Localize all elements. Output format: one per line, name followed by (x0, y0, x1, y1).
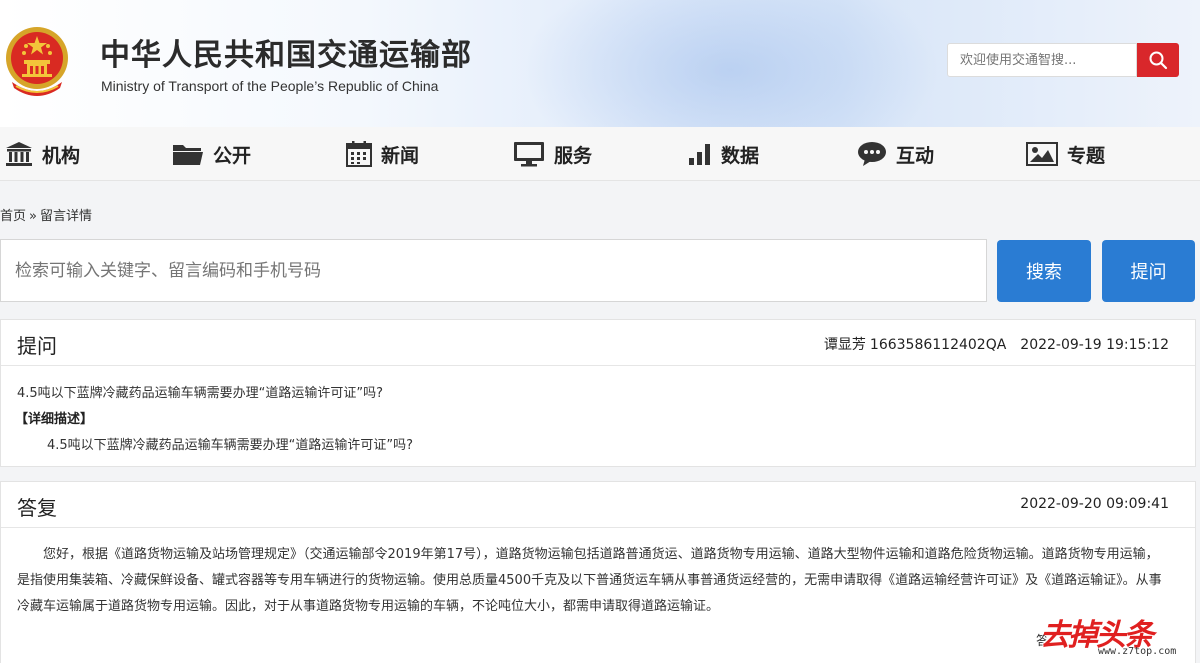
breadcrumb-separator: » (29, 209, 37, 224)
nav-item-data[interactable]: 数据 (688, 127, 759, 181)
folder-icon (173, 145, 203, 165)
nav-label: 机构 (42, 144, 81, 167)
national-emblem-icon (6, 27, 68, 96)
watermark: 去掉头条 www.z7top.com (1036, 610, 1196, 662)
bar-chart-icon (689, 144, 710, 165)
question-author: 谭显芳 (823, 337, 866, 353)
question-card: 提问 谭显芳 1663586112402QA 2022-09-19 19:15:12… (0, 319, 1196, 467)
breadcrumb-current: 留言详情 (39, 209, 92, 224)
nav-label: 服务 (554, 144, 593, 167)
main-nav: 机构 公开 新闻 服务 数据 互动 专题 (0, 127, 1200, 181)
nav-label: 数据 (721, 144, 760, 167)
nav-label: 专题 (1067, 144, 1106, 167)
question-title: 4.5吨以下蓝牌冷藏药品运输车辆需要办理“道路运输许可证”吗? (17, 386, 384, 401)
building-icon (6, 142, 32, 166)
search-button[interactable]: 搜索 (997, 240, 1091, 302)
breadcrumb-home-link[interactable]: 首页 (0, 209, 26, 224)
reply-body: 您好，根据《道路货物运输及站场管理规定》（交通运输部令2019年第17号），道路… (17, 547, 1162, 614)
site-title: 中华人民共和国交通运输部 (100, 38, 472, 73)
watermark-url: www.z7top.com (1098, 646, 1177, 657)
reply-datetime: 2022-09-20 09:09:41 (1020, 496, 1169, 512)
nav-label: 互动 (896, 144, 935, 167)
image-icon (1026, 142, 1058, 166)
question-card-header: 提问 谭显芳 1663586112402QA 2022-09-19 19:15:12 (1, 320, 1195, 366)
reply-card-header: 答复 2022-09-20 09:09:41 (1, 482, 1195, 528)
monitor-icon (514, 142, 544, 167)
ask-question-button[interactable]: 提问 (1102, 240, 1195, 302)
search-icon (1149, 51, 1168, 70)
nav-item-services[interactable]: 服务 (513, 127, 592, 181)
reply-card: 答复 2022-09-20 09:09:41 您好，根据《道路货物运输及站场管理… (0, 481, 1196, 663)
site-header: 中华人民共和国交通运输部 Ministry of Transport of th… (0, 0, 1200, 127)
nav-label: 新闻 (381, 144, 420, 167)
reply-heading: 答复 (17, 496, 57, 520)
question-datetime: 2022-09-19 19:15:12 (1020, 337, 1169, 353)
breadcrumb: 首页» 留言详情 (0, 205, 92, 224)
site-search-input[interactable] (947, 43, 1137, 77)
nav-item-institutions[interactable]: 机构 (5, 127, 80, 181)
question-heading: 提问 (17, 334, 57, 358)
nav-label: 公开 (213, 144, 252, 167)
nav-item-public[interactable]: 公开 (172, 127, 251, 181)
message-search-input[interactable] (0, 239, 987, 302)
detail-label: 【详细描述】 (15, 412, 94, 427)
question-detail: 4.5吨以下蓝牌冷藏药品运输车辆需要办理“道路运输许可证”吗? (47, 438, 414, 453)
question-code: 1663586112402QA (869, 337, 1007, 353)
site-subtitle: Ministry of Transport of the People’s Re… (101, 78, 439, 94)
nav-item-topics[interactable]: 专题 (1026, 127, 1105, 181)
nav-item-interaction[interactable]: 互动 (857, 127, 934, 181)
question-meta: 谭显芳 1663586112402QA 2022-09-19 19:15:12 (824, 334, 1169, 354)
calendar-icon (346, 141, 372, 167)
site-search-button[interactable] (1137, 43, 1179, 77)
nav-item-news[interactable]: 新闻 (346, 127, 419, 181)
chat-icon (858, 142, 886, 166)
